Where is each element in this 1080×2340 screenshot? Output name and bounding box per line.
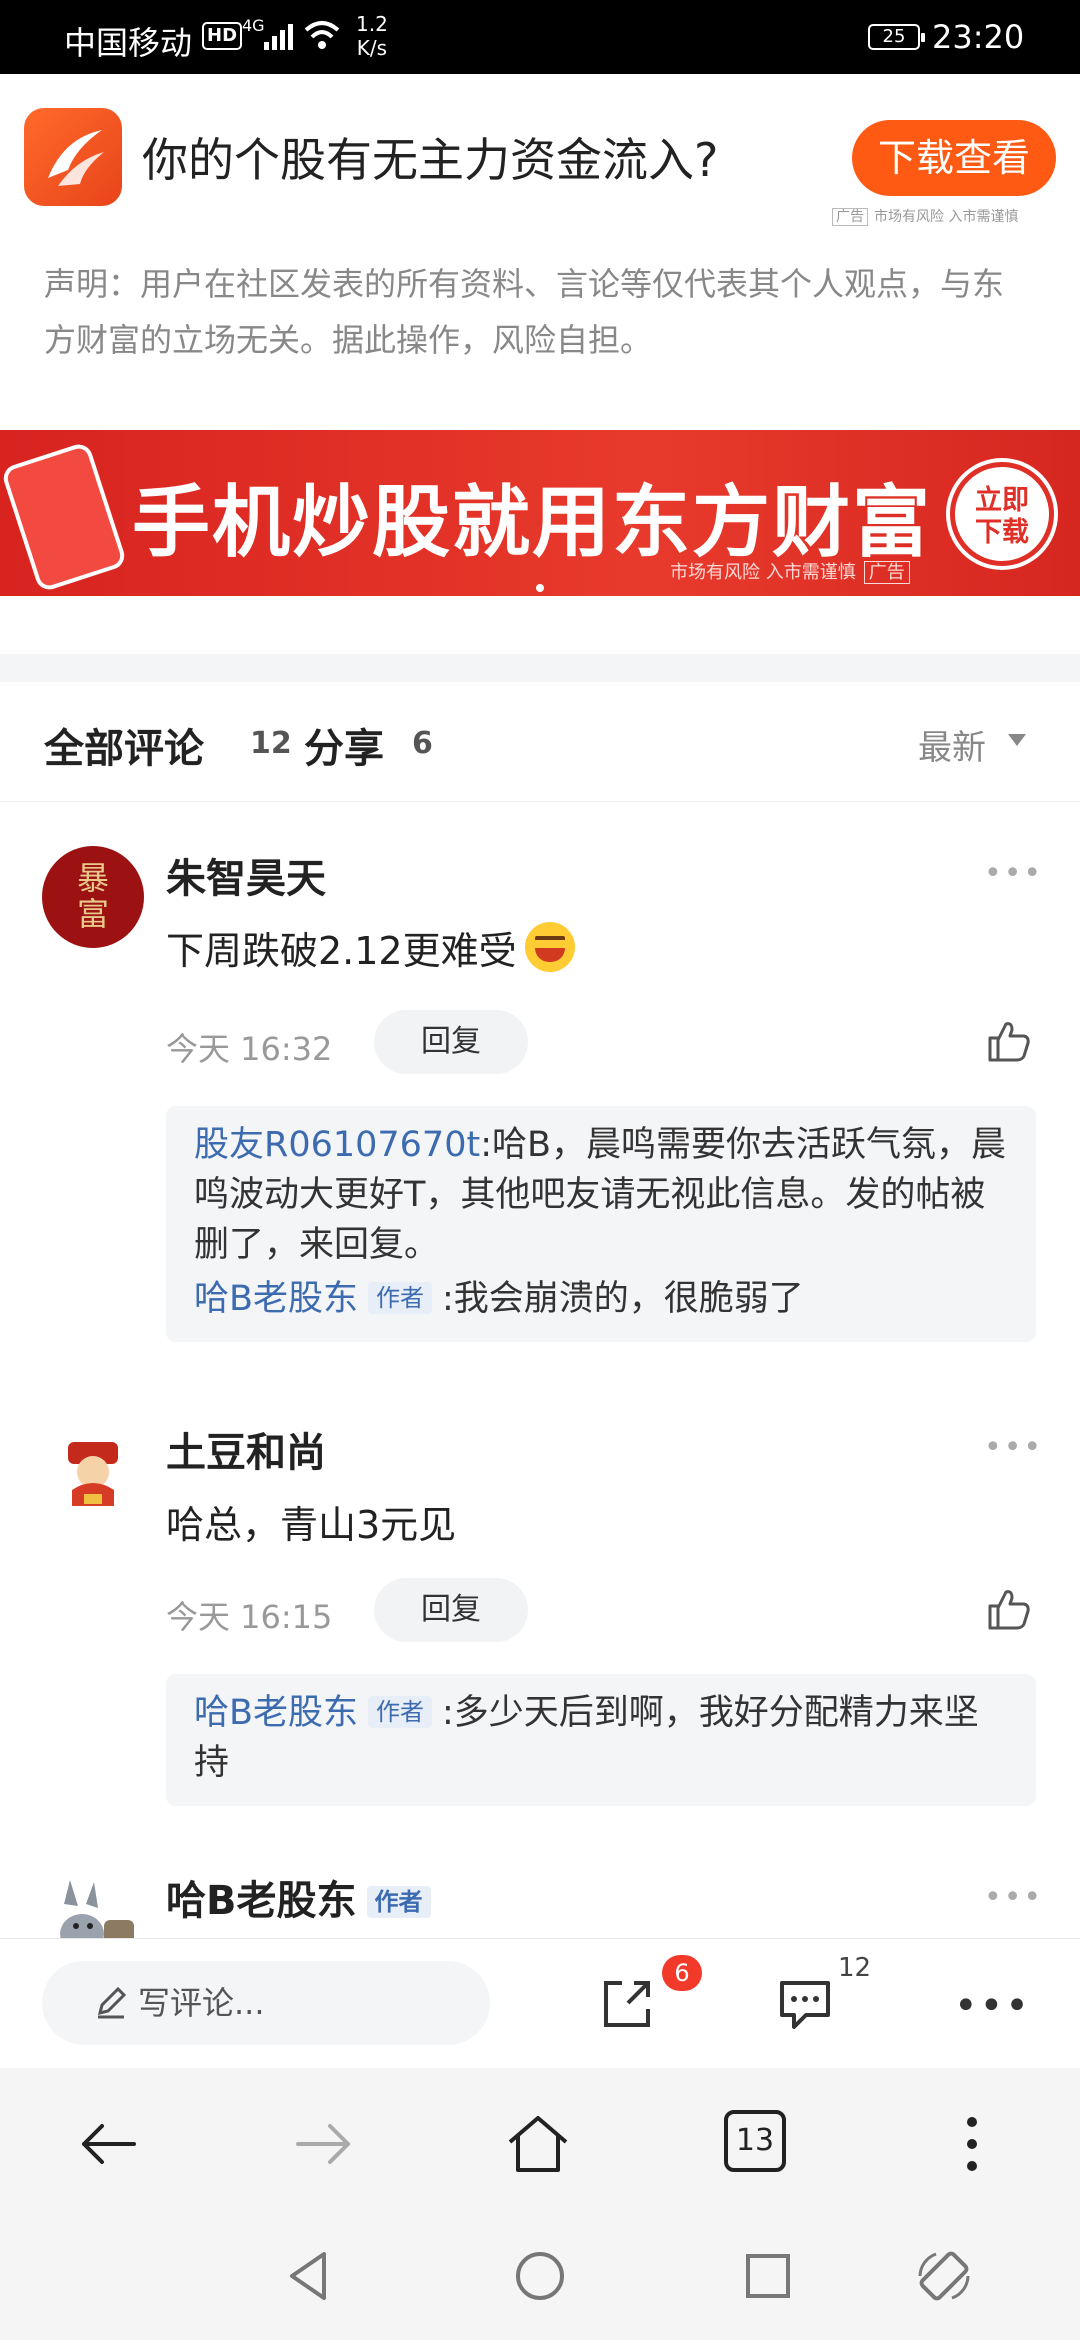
more-icon[interactable]: ••• — [954, 1983, 1031, 2029]
tabs-button[interactable]: 13 — [724, 2110, 786, 2172]
reply-item: 股友R06107670t:哈B，晨鸣需要你去活跃气氛，晨鸣波动大更好T，其他吧友… — [194, 1120, 1008, 1270]
banner-headline: 手机炒股就用东方财富 — [132, 478, 933, 568]
comment-text: 哈总，青山3元见 — [166, 1503, 457, 1547]
share-badge: 6 — [662, 1955, 702, 1991]
tab-all-comments[interactable]: 全部评论 — [44, 716, 204, 774]
reply-thread: 哈B老股东 作者:多少天后到啊，我好分配精力来坚持 — [166, 1674, 1036, 1806]
menu-kebab-icon[interactable] — [940, 2112, 1004, 2176]
comments-count: 12 — [250, 726, 292, 761]
avatar-text: 暴富 — [76, 859, 109, 933]
author-badge: 作者 — [368, 1282, 433, 1314]
app-logo-icon — [24, 108, 122, 206]
carousel-indicator — [536, 584, 544, 592]
speed-value: 1.2 — [356, 12, 388, 36]
more-options-icon[interactable]: ••• — [984, 1880, 1043, 1915]
home-icon[interactable] — [506, 2112, 570, 2176]
thumbs-up-icon[interactable] — [986, 1018, 1032, 1064]
speed-unit: K/s — [356, 36, 388, 60]
comment-time: 今天 16:15 — [166, 1598, 333, 1636]
ad-label: 广告 — [832, 208, 868, 226]
forward-arrow-icon[interactable] — [292, 2112, 356, 2176]
reply-thread: 股友R06107670t:哈B，晨鸣需要你去活跃气氛，晨鸣波动大更好T，其他吧友… — [166, 1106, 1036, 1342]
reply-username[interactable]: 哈B老股东 — [194, 1279, 358, 1319]
reply-button[interactable]: 回复 — [374, 1010, 528, 1074]
status-bar: 中国移动 HD 4G 1.2 K/s 25 23:20 — [0, 0, 1080, 74]
author-badge: 作者 — [366, 1886, 431, 1918]
ad-header[interactable]: 你的个股有无主力资金流入? 下载查看 广告 市场有风险 入市需谨慎 — [0, 74, 1080, 242]
browser-toolbar: 13 — [0, 2068, 1080, 2216]
clock: 23:20 — [932, 18, 1025, 56]
comment-username[interactable]: 土豆和尚 — [166, 1420, 326, 1478]
pencil-icon — [97, 1986, 127, 2019]
share-count: 6 — [412, 726, 433, 761]
share-icon[interactable] — [598, 1975, 656, 2033]
thumbs-up-icon[interactable] — [986, 1586, 1032, 1632]
wifi-icon — [304, 21, 340, 49]
comment-action-bar: 写评论... 6 12 ••• — [0, 1938, 1080, 2068]
ad-title: 你的个股有无主力资金流入? — [142, 133, 719, 187]
banner-risk-note: 市场有风险 入市需谨慎 广告 — [670, 558, 910, 584]
nav-home-icon[interactable] — [510, 2246, 570, 2306]
promo-banner[interactable]: 手机炒股就用东方财富 立即 下载 市场有风险 入市需谨慎 广告 — [0, 430, 1080, 596]
download-view-button[interactable]: 下载查看 — [852, 120, 1056, 196]
fortune-god-avatar-icon — [68, 1442, 118, 1506]
reply-username[interactable]: 哈B老股东 — [194, 1693, 358, 1733]
network-speed: 1.2 K/s — [356, 12, 388, 60]
signal-icon — [264, 24, 293, 50]
hd-badge: HD — [202, 22, 243, 50]
more-options-icon[interactable]: ••• — [984, 1430, 1043, 1465]
comment-username[interactable]: 朱智昊天 — [166, 846, 326, 904]
more-options-icon[interactable]: ••• — [984, 856, 1043, 891]
ad-risk-text: 市场有风险 入市需谨慎 — [874, 209, 1019, 225]
reply-username[interactable]: 股友R06107670t — [194, 1125, 480, 1165]
comments-header: 全部评论 12 分享 6 最新 — [0, 682, 1080, 802]
banner-ad-label: 广告 — [863, 561, 910, 584]
chevron-down-icon[interactable] — [1008, 734, 1026, 746]
reply-item: 哈B老股东 作者:多少天后到啊，我好分配精力来坚持 — [194, 1688, 1008, 1788]
disclaimer-text: 声明：用户在社区发表的所有资料、言论等仅代表其个人观点，与东方财富的立场无关。据… — [44, 265, 1005, 359]
section-divider — [0, 654, 1080, 682]
author-badge: 作者 — [368, 1696, 433, 1728]
reply-button[interactable]: 回复 — [374, 1578, 528, 1642]
comment-count: 12 — [838, 1953, 872, 1983]
reply-item: 哈B老股东 作者 :我会崩溃的，很脆弱了 — [194, 1274, 1008, 1324]
nav-back-icon[interactable] — [280, 2246, 340, 2306]
sort-dropdown[interactable]: 最新 — [918, 720, 986, 769]
reply-text: :我会崩溃的，很脆弱了 — [442, 1279, 804, 1319]
comment-text-content: 下周跌破2.12更难受 — [166, 929, 517, 973]
nav-recents-icon[interactable] — [738, 2246, 798, 2306]
cta-line1: 立即 — [975, 485, 1029, 516]
comment-username[interactable]: 哈B老股东 作者 — [166, 1868, 441, 1926]
comment-username-text: 哈B老股东 — [166, 1878, 357, 1924]
banner-risk-text: 市场有风险 入市需谨慎 — [670, 562, 856, 583]
download-now-badge[interactable]: 立即 下载 — [950, 462, 1054, 566]
avatar[interactable]: 暴富 — [42, 846, 144, 948]
phone-illustration-icon — [0, 440, 128, 594]
logo-wings-icon — [48, 130, 104, 186]
avatar[interactable] — [42, 1420, 144, 1522]
carrier-label: 中国移动 — [64, 24, 193, 62]
laughing-emoji-icon — [524, 922, 575, 972]
cta-line2: 下载 — [975, 517, 1029, 548]
battery-icon: 25 — [868, 24, 925, 50]
tab-share[interactable]: 分享 — [304, 716, 384, 774]
back-arrow-icon[interactable] — [76, 2112, 140, 2176]
comment-text: 下周跌破2.12更难受 — [166, 920, 575, 975]
comment-time: 今天 16:32 — [166, 1030, 333, 1068]
ad-risk-note: 广告 市场有风险 入市需谨慎 — [832, 206, 1018, 226]
comment-icon[interactable] — [776, 1977, 834, 2031]
rotate-screen-icon[interactable] — [914, 2246, 974, 2306]
system-nav-bar — [0, 2216, 1080, 2340]
